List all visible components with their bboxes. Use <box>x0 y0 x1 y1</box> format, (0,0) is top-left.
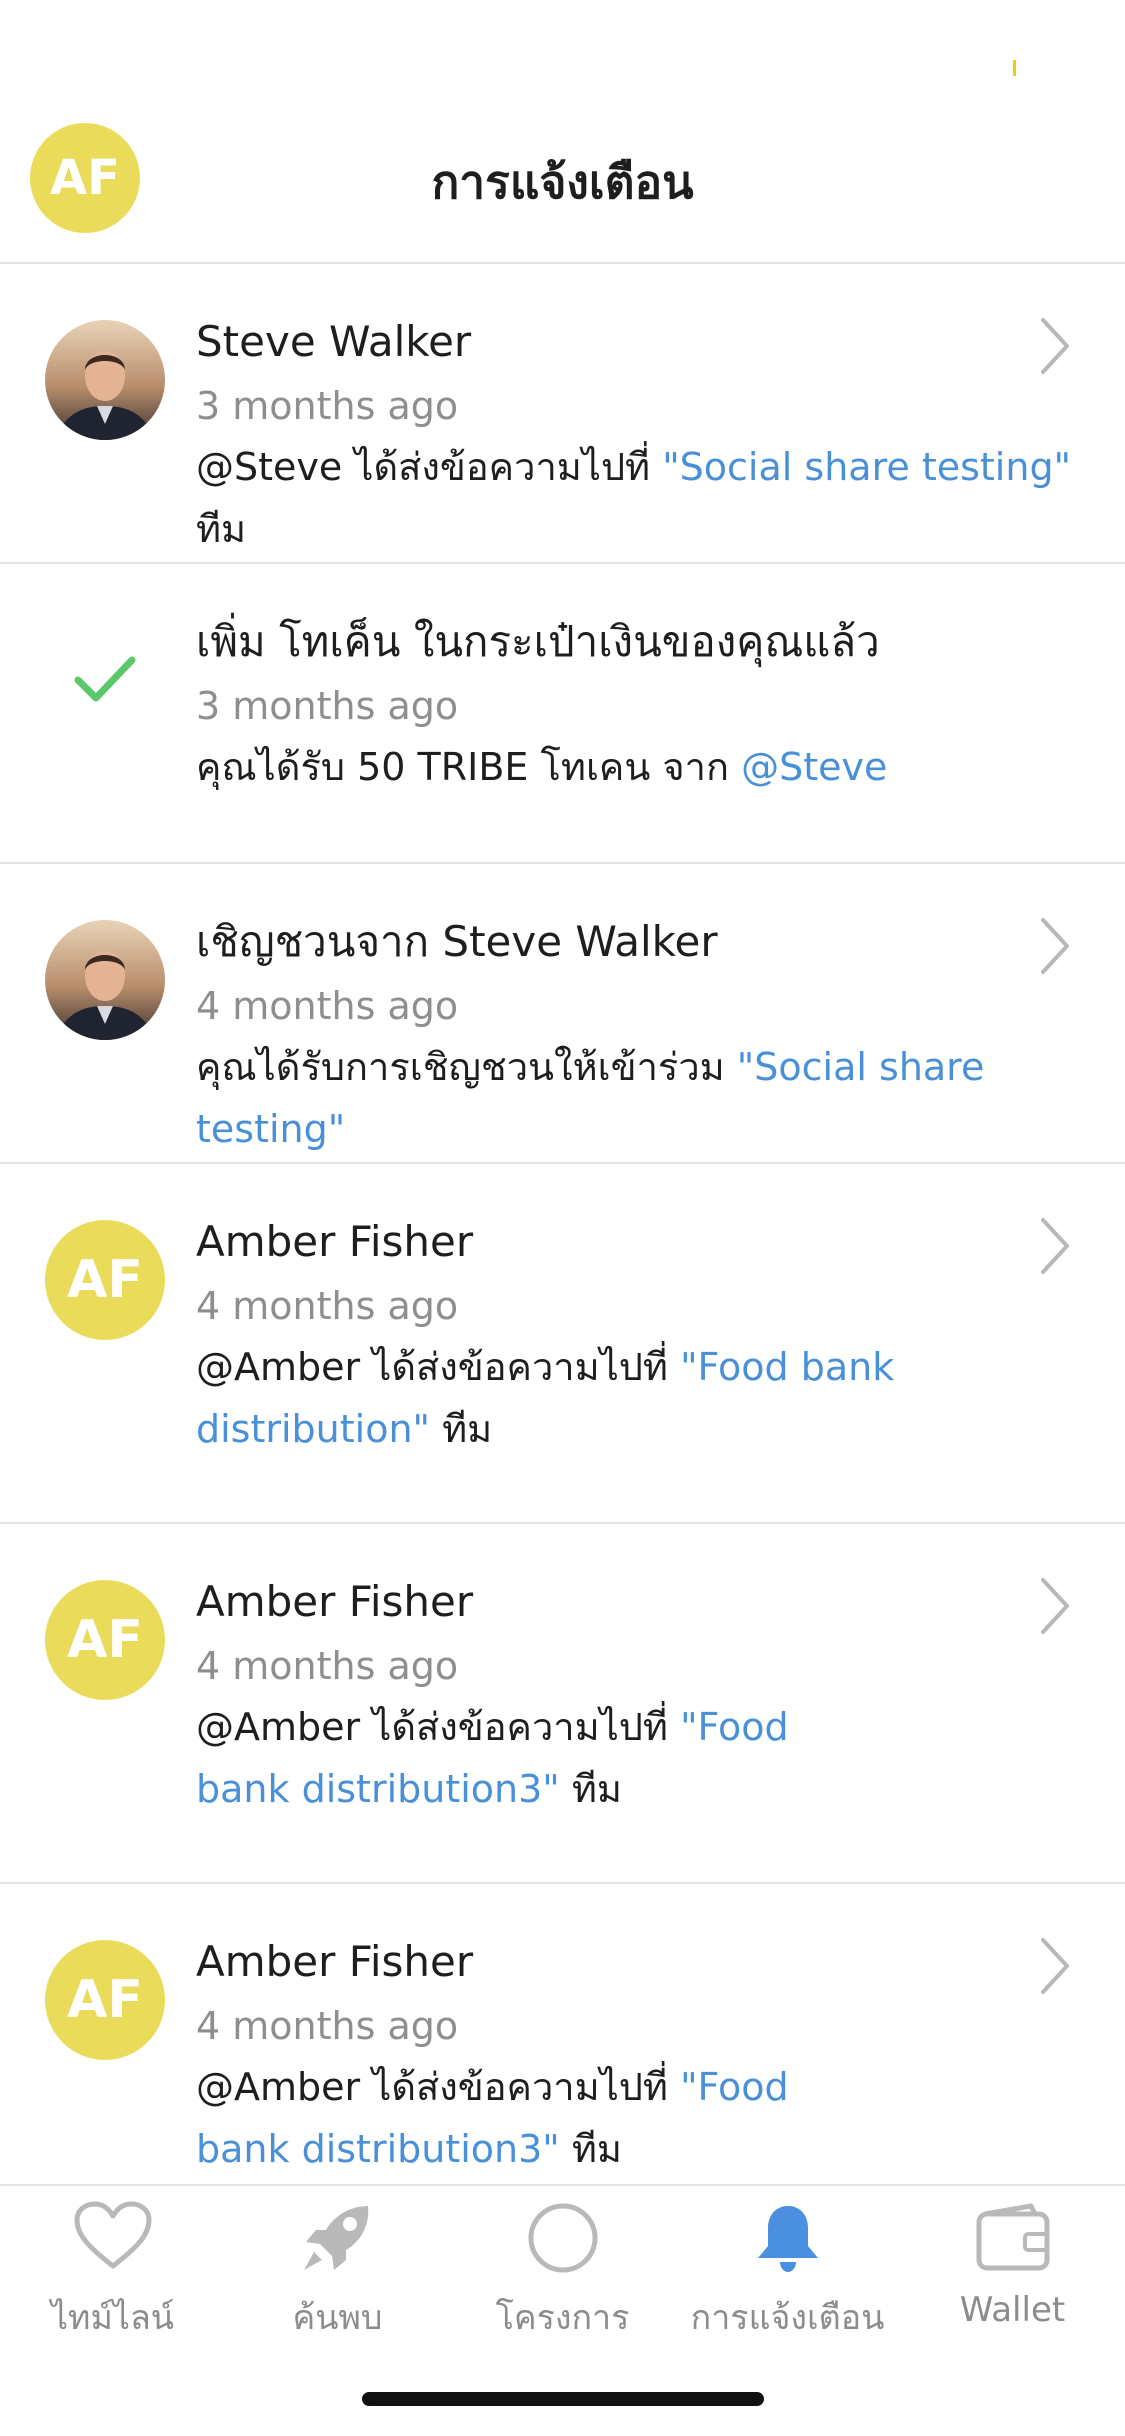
tab-wallet[interactable]: Wallet <box>900 2186 1125 2336</box>
notification-item[interactable]: เชิญชวนจาก Steve Walker 4 months ago คุณ… <box>0 864 1125 1164</box>
notification-title: Amber Fisher <box>196 1577 474 1626</box>
message-text: คุณได้รับการเชิญชวนให้เข้าร่วม <box>196 1045 737 1089</box>
message-text: @Amber ได้ส่งข้อความไปที่ <box>196 2065 681 2109</box>
message-text: ทีม <box>196 507 247 551</box>
status-indicator <box>1013 60 1016 76</box>
message-text: ทีม <box>559 1767 622 1811</box>
tab-label: ค้นพบ <box>292 2298 383 2338</box>
notification-time: 3 months ago <box>196 384 459 428</box>
home-indicator[interactable] <box>362 2392 764 2406</box>
heart-icon <box>74 2201 151 2269</box>
tab-projects[interactable]: โครงการ <box>450 2186 675 2338</box>
notification-time: 4 months ago <box>196 1284 459 1328</box>
notification-time: 4 months ago <box>196 2004 459 2048</box>
check-icon <box>70 650 140 710</box>
chevron-right-icon <box>1041 1938 1069 1994</box>
notification-title: Amber Fisher <box>196 1937 474 1986</box>
notification-list: Steve Walker 3 months ago @Steve ได้ส่งข… <box>0 264 1125 2184</box>
person-photo-icon <box>45 920 165 1040</box>
tab-notifications[interactable]: การแจ้งเตือน <box>675 2186 900 2338</box>
notifications-screen: AF การแจ้งเตือน Steve Walker 3 months ag… <box>0 0 1125 2436</box>
message-text: @Steve ได้ส่งข้อความไปที่ <box>196 445 663 489</box>
notification-message: @Amber ได้ส่งข้อความไปที่ "Food bank dis… <box>196 1336 1085 1460</box>
message-text: ทีม <box>559 2127 622 2171</box>
notification-item[interactable]: AF Amber Fisher 4 months ago @Amber ได้ส… <box>0 1164 1125 1524</box>
tab-label: โครงการ <box>495 2298 630 2338</box>
chevron-right-icon <box>1041 918 1069 974</box>
chevron-right-icon <box>1041 1578 1069 1634</box>
notification-time: 4 months ago <box>196 1644 459 1688</box>
notification-title: Amber Fisher <box>196 1217 474 1266</box>
notification-message: @Amber ได้ส่งข้อความไปที่ "Food bank dis… <box>196 1696 875 1820</box>
user-link[interactable]: @Steve <box>741 745 887 789</box>
tab-label: การแจ้งเตือน <box>690 2298 885 2338</box>
notification-item[interactable]: เพิ่ม โทเค็น ในกระเป๋าเงินของคุณแล้ว 3 m… <box>0 564 1125 864</box>
chevron-right-icon <box>1041 1218 1069 1274</box>
page-title: การแจ้งเตือน <box>431 155 694 209</box>
notification-title: Steve Walker <box>196 317 472 366</box>
status-bar <box>0 0 1125 110</box>
notification-time: 3 months ago <box>196 684 459 728</box>
notification-title: เชิญชวนจาก Steve Walker <box>196 917 718 966</box>
header: AF การแจ้งเตือน <box>0 110 1125 264</box>
chevron-right-icon <box>1041 318 1069 374</box>
notification-message: คุณได้รับ 50 TRIBE โทเคน จาก @Steve <box>196 736 1085 798</box>
message-text: ทีม <box>430 1407 493 1451</box>
tab-discover[interactable]: ค้นพบ <box>225 2186 450 2338</box>
bell-icon <box>757 2206 818 2272</box>
notification-title: เพิ่ม โทเค็น ในกระเป๋าเงินของคุณแล้ว <box>196 617 880 666</box>
team-link[interactable]: "Social share testing" <box>662 445 1071 489</box>
notification-item[interactable]: AF Amber Fisher 4 months ago @Amber ได้ส… <box>0 1524 1125 1884</box>
tab-timeline[interactable]: ไทม์ไลน์ <box>0 2186 225 2338</box>
notification-time: 4 months ago <box>196 984 459 1028</box>
notification-message: @Steve ได้ส่งข้อความไปที่ "Social share … <box>196 436 1085 560</box>
notification-message: @Amber ได้ส่งข้อความไปที่ "Food bank dis… <box>196 2056 875 2180</box>
tab-label: Wallet <box>959 2290 1066 2330</box>
message-text: @Amber ได้ส่งข้อความไปที่ <box>196 1345 681 1389</box>
rocket-icon <box>303 2206 368 2270</box>
message-text: @Amber ได้ส่งข้อความไปที่ <box>196 1705 681 1749</box>
avatar <box>45 320 165 440</box>
avatar: AF <box>45 1580 165 1700</box>
wallet-icon <box>976 2203 1049 2271</box>
tab-label: ไทม์ไลน์ <box>50 2298 175 2338</box>
circle-icon <box>528 2203 597 2273</box>
person-photo-icon <box>45 320 165 440</box>
notification-item[interactable]: Steve Walker 3 months ago @Steve ได้ส่งข… <box>0 264 1125 564</box>
avatar: AF <box>45 1220 165 1340</box>
avatar: AF <box>45 1940 165 2060</box>
notification-message: คุณได้รับการเชิญชวนให้เข้าร่วม "Social s… <box>196 1036 1085 1160</box>
notification-item[interactable]: AF Amber Fisher 4 months ago @Amber ได้ส… <box>0 1884 1125 2184</box>
message-text: คุณได้รับ 50 TRIBE โทเคน จาก <box>196 745 742 789</box>
avatar <box>45 920 165 1040</box>
